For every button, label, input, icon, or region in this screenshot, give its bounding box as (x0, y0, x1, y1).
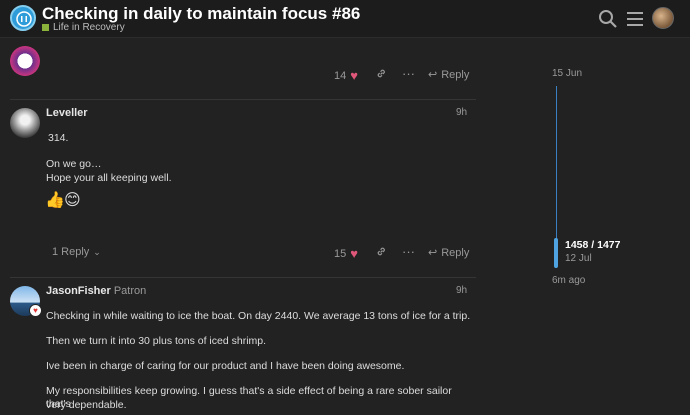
post-stream: 14 ♥ ··· ↩ Reply Leveller 9h 314. On we … (0, 38, 478, 415)
link-icon (377, 247, 385, 256)
reply-arrow-icon: ↩ (428, 247, 438, 259)
post-text-line: Hope your all keeping well. (46, 172, 172, 184)
topic-header: Checking in daily to maintain focus #86 … (0, 0, 690, 38)
post-paragraph: Then we turn it into 30 plus tons of ice… (46, 335, 267, 347)
post-divider (10, 277, 476, 278)
post-divider (10, 99, 476, 100)
topic-title[interactable]: Checking in daily to maintain focus #86 (42, 4, 360, 24)
reply-button[interactable]: ↩ Reply (428, 246, 470, 260)
reply-button[interactable]: ↩ Reply (428, 68, 470, 82)
replies-count-label: 1 Reply (52, 246, 90, 258)
copy-link-button[interactable] (376, 68, 387, 79)
like-count: 15 (334, 247, 347, 260)
more-options-button[interactable]: ··· (402, 66, 415, 81)
category-badge[interactable]: Life in Recovery (42, 22, 125, 33)
chevron-down-icon: ⌄ (93, 246, 101, 257)
reply-label: Reply (441, 68, 470, 81)
ellipsis-icon: ··· (402, 66, 415, 81)
ellipsis-icon: ··· (402, 244, 415, 259)
post-actions: 14 ♥ ··· ↩ Reply (0, 64, 478, 86)
post-username-text: JasonFisher (46, 285, 111, 297)
post-actions: 1 Reply ⌄ 15 ♥ ··· ↩ Reply (0, 242, 478, 264)
timeline-scroll-handle[interactable] (554, 238, 558, 268)
reply-label: Reply (441, 246, 470, 259)
post-paragraph: Ive been in charge of caring for our pro… (46, 360, 405, 372)
like-count: 14 (334, 69, 347, 82)
post-paragraph: Checking in while waiting to ice the boa… (46, 310, 471, 322)
search-icon[interactable] (598, 9, 618, 29)
site-logo[interactable] (10, 5, 36, 31)
like-button[interactable]: 14 ♥ (334, 68, 358, 83)
post-date[interactable]: 9h (456, 107, 467, 118)
category-label: Life in Recovery (53, 22, 125, 33)
user-avatar[interactable] (10, 108, 40, 138)
more-options-button[interactable]: ··· (402, 244, 415, 259)
category-color-swatch (42, 24, 49, 31)
show-replies-button[interactable]: 1 Reply ⌄ (52, 246, 101, 258)
post-username[interactable]: JasonFisher Patron (46, 285, 146, 297)
hamburger-menu-icon[interactable] (625, 9, 645, 29)
timeline-last-activity[interactable]: 6m ago (552, 275, 585, 286)
user-title: Patron (113, 285, 147, 297)
reply-arrow-icon: ↩ (428, 69, 438, 81)
post-date[interactable]: 9h (456, 285, 467, 296)
logo-icon (16, 11, 32, 27)
timeline-current-date: 12 Jul (565, 253, 592, 264)
post-paragraph: very dependable. (46, 399, 127, 411)
smiling-face-emoji: 😊 (64, 192, 81, 209)
heart-icon: ♥ (350, 68, 358, 83)
timeline-post-position: 1458 / 1477 (565, 239, 621, 251)
post-text-line: 314. (48, 132, 69, 144)
thumbs-up-emoji: 👍 (45, 192, 65, 209)
like-button[interactable]: 15 ♥ (334, 246, 358, 261)
post-username[interactable]: Leveller (46, 107, 88, 119)
topic-timeline: 15 Jun 1458 / 1477 12 Jul 6m ago (540, 60, 690, 300)
post-text-line: On we go… (46, 158, 102, 170)
link-icon (377, 69, 385, 78)
heart-icon: ♥ (350, 246, 358, 261)
copy-link-button[interactable] (376, 246, 387, 257)
heart-badge-icon: ♥ (29, 304, 42, 317)
timeline-start-date[interactable]: 15 Jun (552, 68, 582, 79)
current-user-avatar[interactable] (652, 7, 674, 29)
